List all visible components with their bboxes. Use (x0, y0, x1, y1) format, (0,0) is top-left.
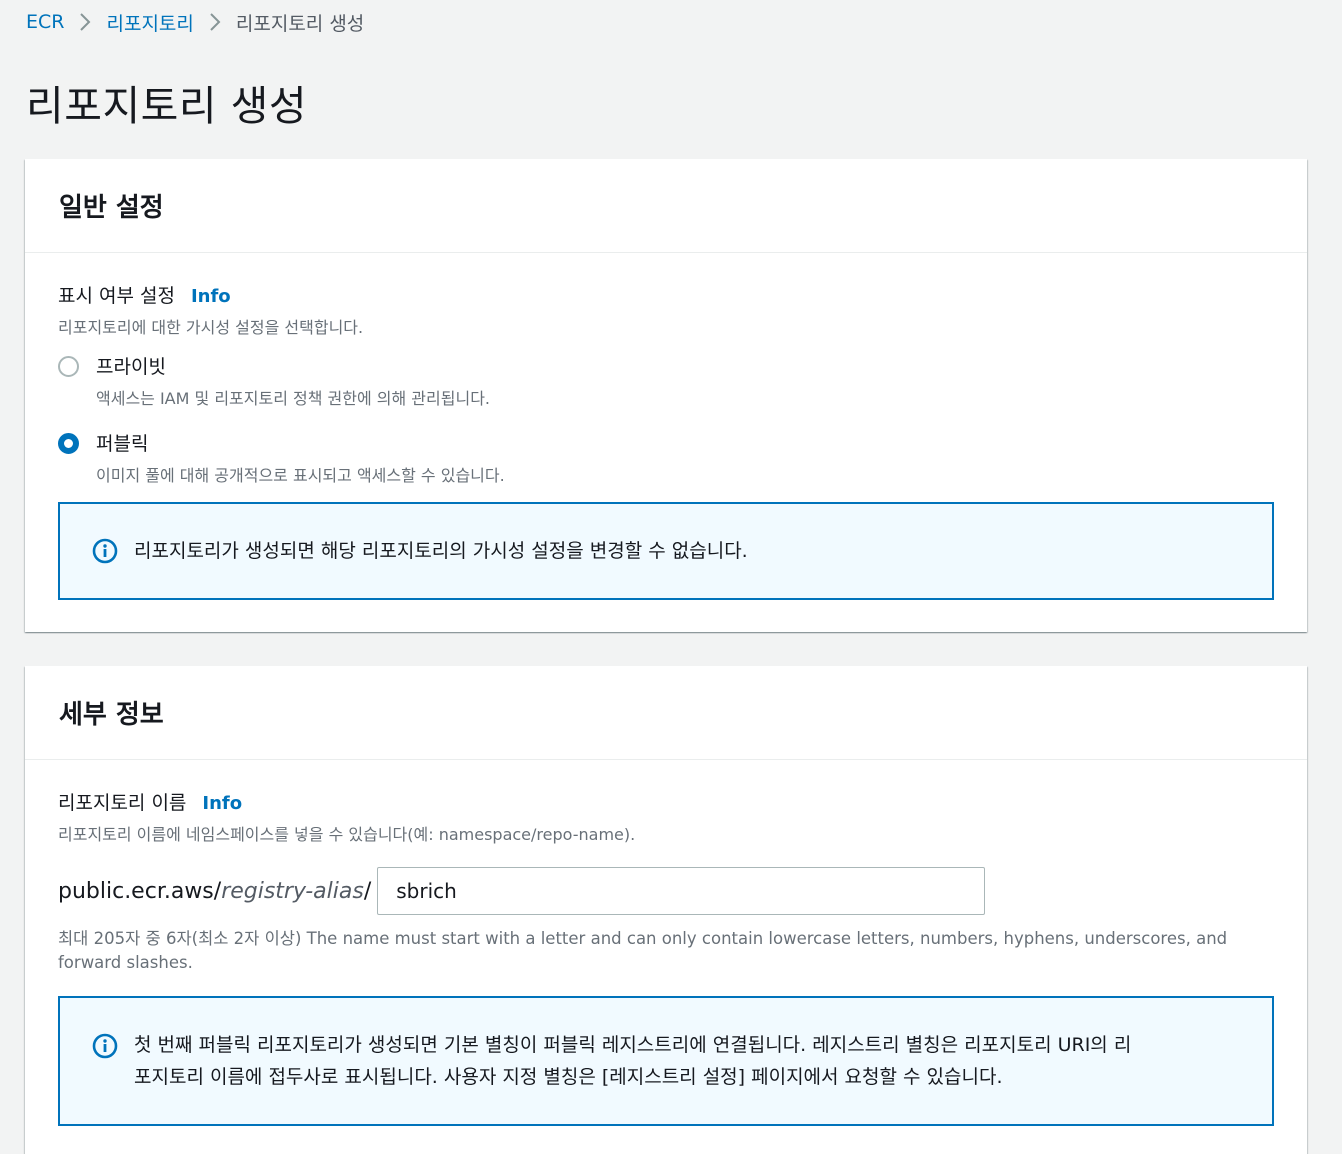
prefix-alias: registry-alias (221, 878, 364, 904)
alert-text-line: 첫 번째 퍼블릭 리포지토리가 생성되면 기본 별칭이 퍼블릭 레지스트리에 연… (134, 1034, 1132, 1056)
panel-title: 세부 정보 (59, 700, 164, 730)
radio-option-public[interactable]: 퍼블릭 이미지 풀에 대해 공개적으로 표시되고 액세스할 수 있습니다. (58, 429, 1274, 486)
page: ECR 리포지토리 리포지토리 생성 리포지토리 생성 일반 설정 표시 여부 … (0, 0, 1342, 1154)
radio-button-private[interactable] (58, 356, 79, 377)
info-link[interactable]: Info (202, 793, 242, 814)
breadcrumb: ECR 리포지토리 리포지토리 생성 (26, 8, 364, 36)
repo-uri-prefix: public.ecr.aws/registry-alias/ (58, 879, 371, 904)
panel-header: 일반 설정 (25, 159, 1307, 253)
visibility-description: 리포지토리에 대한 가시성 설정을 선택합니다. (58, 318, 364, 337)
repo-name-constraint: 최대 205자 중 6자(최소 2자 이상) The name must sta… (58, 929, 1228, 972)
repo-name-description: 리포지토리 이름에 네임스페이스를 넣을 수 있습니다(예: namespace… (58, 825, 636, 844)
repo-name-label-row: 리포지토리 이름 Info (58, 788, 1274, 815)
info-link[interactable]: Info (191, 286, 231, 307)
info-alert: 리포지토리가 생성되면 해당 리포지토리의 가시성 설정을 변경할 수 없습니다… (58, 502, 1274, 600)
visibility-label: 표시 여부 설정 (58, 285, 175, 307)
repo-name-row: public.ecr.aws/registry-alias/ (58, 867, 1274, 915)
alert-text-line: 포지토리 이름에 접두사로 표시됩니다. 사용자 지정 별칭은 [레지스트리 설… (134, 1066, 1003, 1088)
breadcrumb-repositories[interactable]: 리포지토리 (106, 9, 193, 36)
panel-header: 세부 정보 (25, 666, 1307, 760)
info-circle-icon (92, 538, 118, 564)
chevron-right-icon (64, 12, 106, 32)
visibility-label-row: 표시 여부 설정 Info (58, 281, 1274, 308)
radio-label: 프라이빗 (96, 356, 166, 378)
general-settings-panel: 일반 설정 표시 여부 설정 Info 리포지토리에 대한 가시성 설정을 선택… (25, 159, 1307, 632)
panel-body: 리포지토리 이름 Info 리포지토리 이름에 네임스페이스를 넣을 수 있습니… (25, 760, 1307, 975)
alert-text: 리포지토리가 생성되면 해당 리포지토리의 가시성 설정을 변경할 수 없습니다… (134, 540, 748, 562)
radio-label: 퍼블릭 (96, 433, 149, 455)
breadcrumb-ecr[interactable]: ECR (26, 11, 64, 33)
panel-body: 표시 여부 설정 Info 리포지토리에 대한 가시성 설정을 선택합니다. 프… (25, 253, 1307, 486)
breadcrumb-current: 리포지토리 생성 (235, 12, 365, 35)
radio-description: 액세스는 IAM 및 리포지토리 정책 권한에 의해 관리됩니다. (96, 389, 490, 408)
alert-text: 첫 번째 퍼블릭 리포지토리가 생성되면 기본 별칭이 퍼블릭 레지스트리에 연… (134, 1029, 1131, 1093)
panel-title: 일반 설정 (59, 193, 164, 223)
page-title: 리포지토리 생성 (26, 82, 308, 130)
details-panel: 세부 정보 리포지토리 이름 Info 리포지토리 이름에 네임스페이스를 넣을… (25, 666, 1307, 1154)
radio-description: 이미지 풀에 대해 공개적으로 표시되고 액세스할 수 있습니다. (96, 466, 505, 485)
prefix-base: public.ecr.aws/ (58, 878, 222, 904)
radio-button-public[interactable] (58, 433, 79, 454)
info-alert: 첫 번째 퍼블릭 리포지토리가 생성되면 기본 별칭이 퍼블릭 레지스트리에 연… (58, 996, 1274, 1126)
prefix-slash: / (363, 878, 372, 904)
radio-option-private[interactable]: 프라이빗 액세스는 IAM 및 리포지토리 정책 권한에 의해 관리됩니다. (58, 352, 1274, 409)
chevron-right-icon (194, 12, 236, 32)
repo-name-input[interactable] (377, 867, 986, 915)
repo-name-label: 리포지토리 이름 (58, 792, 187, 814)
info-circle-icon (92, 1033, 118, 1059)
